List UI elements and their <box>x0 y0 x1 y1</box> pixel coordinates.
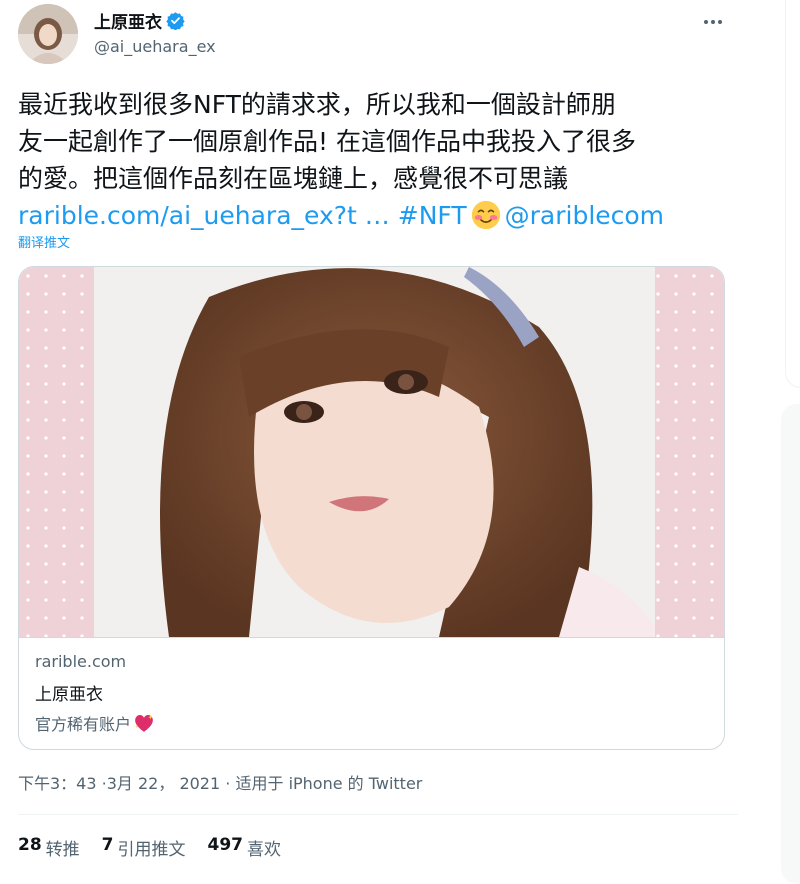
tweet: 上原亜衣 @ai_uehara_ex 最近我收到很多NFT的請求求，所以我和一個… <box>0 0 760 862</box>
more-dot-icon <box>704 20 708 24</box>
card-image <box>19 267 724 638</box>
quote-tweets-stat[interactable]: 7 引用推文 <box>102 835 186 860</box>
tweet-source-link[interactable]: iPhone 的 Twitter <box>289 774 423 793</box>
card-domain: rarible.com <box>35 652 127 671</box>
tweet-text-line: 友一起創作了一個原創作品! 在這個作品中我投入了很多 <box>18 127 636 156</box>
source-prefix: 适用于 <box>235 774 284 793</box>
author-handle[interactable]: @ai_uehara_ex <box>94 37 216 56</box>
link-preview-card[interactable]: rarible.com 上原亜衣 官方稀有账户 <box>18 266 725 750</box>
author-name-row[interactable]: 上原亜衣 <box>94 8 185 33</box>
tweet-links-line: rarible.com/ai_uehara_ex?t … #NFT @rarib… <box>18 197 738 234</box>
blushing-face-icon <box>471 200 500 230</box>
more-options-button[interactable] <box>700 12 726 32</box>
tweet-text: 最近我收到很多NFT的請求求，所以我和一個設計師朋 友一起創作了一個原創作品! … <box>18 86 738 234</box>
tweet-timestamp: 下午3：43 ·3月 22， 2021 · 适用于 iPhone 的 Twitt… <box>18 770 422 794</box>
quotes-count: 7 <box>101 835 114 855</box>
separator-dot: · <box>225 774 231 793</box>
tweet-text-line: 的愛。把這個作品刻在區塊鏈上，感覺很不可思議 <box>18 164 569 193</box>
retweets-label: 转推 <box>45 840 80 860</box>
verified-badge-icon <box>166 12 185 30</box>
retweets-count: 28 <box>18 835 42 855</box>
hashtag-link[interactable]: #NFT <box>398 201 467 230</box>
mention-link[interactable]: @rariblecom <box>505 201 664 230</box>
card-title: 上原亜衣 <box>35 685 103 705</box>
tweet-text-line: 最近我收到很多NFT的請求求，所以我和一個設計師朋 <box>18 90 616 119</box>
tweet-url-link[interactable]: rarible.com/ai_uehara_ex?t … <box>18 201 390 230</box>
more-dot-icon <box>711 20 715 24</box>
avatar[interactable] <box>18 4 78 64</box>
quotes-label: 引用推文 <box>117 840 186 860</box>
retweets-stat[interactable]: 28 转推 <box>18 835 80 860</box>
sparkling-heart-icon <box>135 714 153 732</box>
card-meta: rarible.com 上原亜衣 官方稀有账户 <box>35 652 705 736</box>
likes-label: 喜欢 <box>247 840 282 860</box>
author-name[interactable]: 上原亜衣 <box>94 8 162 33</box>
likes-stat[interactable]: 497 喜欢 <box>208 835 282 860</box>
more-dot-icon <box>718 20 722 24</box>
sidebar-panel <box>785 0 800 388</box>
sidebar-panel <box>781 404 800 884</box>
tweet-stats: 28 转推 7 引用推文 497 喜欢 <box>18 835 281 860</box>
card-description: 官方稀有账户 <box>35 710 705 736</box>
tweet-date[interactable]: 3月 22， 2021 <box>107 774 220 793</box>
avatar-image <box>18 4 78 64</box>
card-description-text: 官方稀有账户 <box>35 715 132 734</box>
tweet-time[interactable]: 下午3：43 <box>18 774 97 793</box>
divider <box>18 814 738 815</box>
likes-count: 497 <box>207 835 244 855</box>
translate-tweet-link[interactable]: 翻译推文 <box>18 232 70 251</box>
